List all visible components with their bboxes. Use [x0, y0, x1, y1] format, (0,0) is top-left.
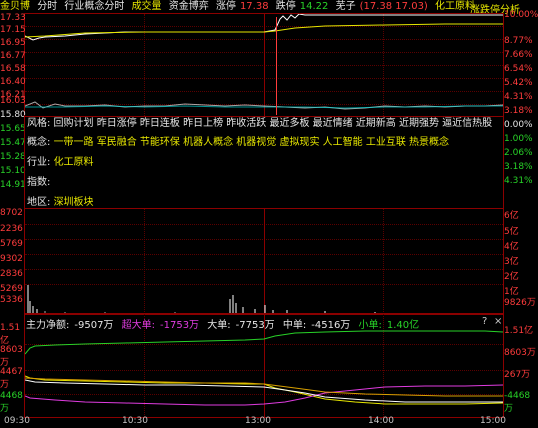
super-large-label: 超大单:: [121, 320, 155, 331]
volume-amount-tick: 3亿: [504, 257, 519, 267]
pct-tick: 1.00%: [504, 134, 533, 144]
avg-price-line: [25, 23, 503, 38]
fund-tick: 4468万: [0, 391, 23, 414]
industry-line: [25, 101, 503, 110]
fund-tick: 8603万: [0, 345, 23, 368]
large-order-label: 大单:: [207, 320, 231, 331]
pct-tick: 5.42%: [504, 78, 533, 88]
price-chart: [25, 14, 503, 110]
price-tick: 15.10: [0, 166, 26, 176]
index-label: 指数:: [27, 177, 51, 188]
price-tick: 14.91: [0, 180, 26, 190]
super-large-value: -1753万: [160, 320, 200, 331]
limit-up-value: 17.38: [239, 1, 269, 12]
price-tick: 16.03: [0, 96, 26, 106]
fund-tick: 4467万: [0, 367, 23, 390]
large-order-line: [25, 379, 503, 403]
region-value[interactable]: 深圳板块: [54, 197, 94, 208]
volume-amount-tick: 5亿: [504, 227, 519, 237]
pct-tick: 10.00%: [504, 10, 538, 20]
price-line: [25, 14, 503, 41]
volume-tick: 8702: [0, 208, 23, 218]
fund-tick: 8603万: [504, 348, 536, 358]
help-button[interactable]: ?: [482, 316, 487, 327]
fund-tick: 1.51亿: [504, 326, 534, 336]
index-row: 指数:: [27, 173, 50, 188]
price-tick: 17.33: [0, 13, 26, 23]
volume-tick: 9302: [0, 254, 23, 264]
mid-order-value: -4516万: [311, 320, 351, 331]
time-tick: 14:00: [368, 416, 394, 426]
industry-label: 行业:: [27, 157, 51, 168]
child-label: 芜子: [335, 1, 356, 12]
fund-flow-legend: 主力净额: -9507万 超大单: -1753万 大单: -7753万 中单: -451…: [26, 316, 424, 331]
volume-tick: 2236: [0, 224, 23, 234]
volume-amount-tick: 6亿: [504, 211, 519, 221]
stock-name[interactable]: 金贝博: [0, 1, 30, 12]
time-tick: 09:30: [4, 416, 30, 426]
volume-amount-tick: 2亿: [504, 272, 519, 282]
concept-row: 概念: 一带一路 军民融合 节能环保 机器人概念 机器视觉 虚拟现实 人工智能 …: [27, 133, 449, 148]
industry-row: 行业: 化工原料: [27, 153, 94, 168]
price-tick: 16.40: [0, 77, 26, 87]
region-row: 地区: 深圳板块: [27, 193, 94, 208]
main-net-value: -9507万: [74, 320, 114, 331]
mid-order-label: 中单:: [282, 320, 307, 331]
small-order-line: [25, 330, 503, 355]
close-button[interactable]: ×: [494, 316, 502, 327]
pct-tick: 3.18%: [504, 162, 533, 172]
volume-tick: 5269: [0, 284, 23, 294]
limit-down-label: 跌停: [275, 1, 296, 12]
price-tick: 16.58: [0, 64, 26, 74]
price-tick: 15.65: [0, 124, 26, 134]
tab-intraday[interactable]: 分时: [37, 1, 57, 12]
region-label: 地区:: [27, 197, 51, 208]
child-values: (17.38 17.03): [359, 1, 428, 12]
volume-amount-tick: 4亿: [504, 242, 519, 252]
limit-down-value: 14.22: [299, 1, 329, 12]
industry-value[interactable]: 化工原料: [54, 157, 94, 168]
large-order-value: -7753万: [235, 320, 275, 331]
pct-tick: 4.31%: [504, 92, 533, 102]
volume-bars: [27, 285, 376, 314]
fund-tick: -4468万: [504, 391, 531, 414]
tab-fund-game[interactable]: 资金博弈: [169, 1, 209, 12]
info-panel: [24, 115, 504, 209]
small-order-label: 小单:: [358, 320, 382, 331]
volume-tick: 5769: [0, 239, 23, 249]
main-net-label: 主力净额:: [26, 320, 70, 331]
concept-label: 概念:: [27, 137, 51, 148]
top-bar: 金贝博 分时 行业概念分时 成交量 资金博弈 涨停 17.38 跌停 14.22 芜…: [0, 0, 538, 13]
volume-tick: 5336: [0, 295, 23, 305]
pct-tick: 6.54%: [504, 64, 533, 74]
pct-tick: 8.77%: [504, 36, 533, 46]
pct-tick: 3.18%: [504, 106, 533, 116]
concept-tags[interactable]: 一带一路 军民融合 节能环保 机器人概念 机器视觉 虚拟现实 人工智能 工业互联…: [54, 137, 449, 148]
pct-tick: 7.66%: [504, 50, 533, 60]
pct-tick: 4.31%: [504, 176, 533, 186]
price-tick: 16.95: [0, 38, 26, 48]
volume-amount-tick: 9826万: [504, 298, 536, 308]
pct-tick: 0.00%: [504, 120, 533, 130]
fund-tick: 267万: [504, 370, 531, 380]
time-tick: 10:30: [122, 416, 148, 426]
volume-panel[interactable]: [24, 208, 504, 315]
small-order-value: 1.40亿: [386, 320, 420, 331]
tab-volume[interactable]: 成交量: [132, 1, 162, 12]
price-tick: 15.80: [0, 110, 26, 120]
time-tick: 13:00: [245, 416, 271, 426]
style-tags[interactable]: 风格: 回购计划 昨日涨停 昨日连板 昨日上榜 昨收活跃 最近多板 最近情绪 近…: [27, 114, 492, 129]
price-tick: 16.77: [0, 51, 26, 61]
volume-tick: 2836: [0, 269, 23, 279]
time-tick: 15:00: [480, 416, 506, 426]
price-panel[interactable]: [24, 13, 504, 117]
tab-industry-concept[interactable]: 行业概念分时: [64, 1, 124, 12]
limit-up-label: 涨停: [215, 1, 236, 12]
crosshair-line: [276, 17, 277, 115]
price-tick: 17.15: [0, 25, 26, 35]
fund-tick: 1.51亿: [0, 323, 21, 346]
price-tick: 15.28: [0, 152, 26, 162]
price-tick: 15.47: [0, 138, 26, 148]
pct-tick: 2.06%: [504, 148, 533, 158]
